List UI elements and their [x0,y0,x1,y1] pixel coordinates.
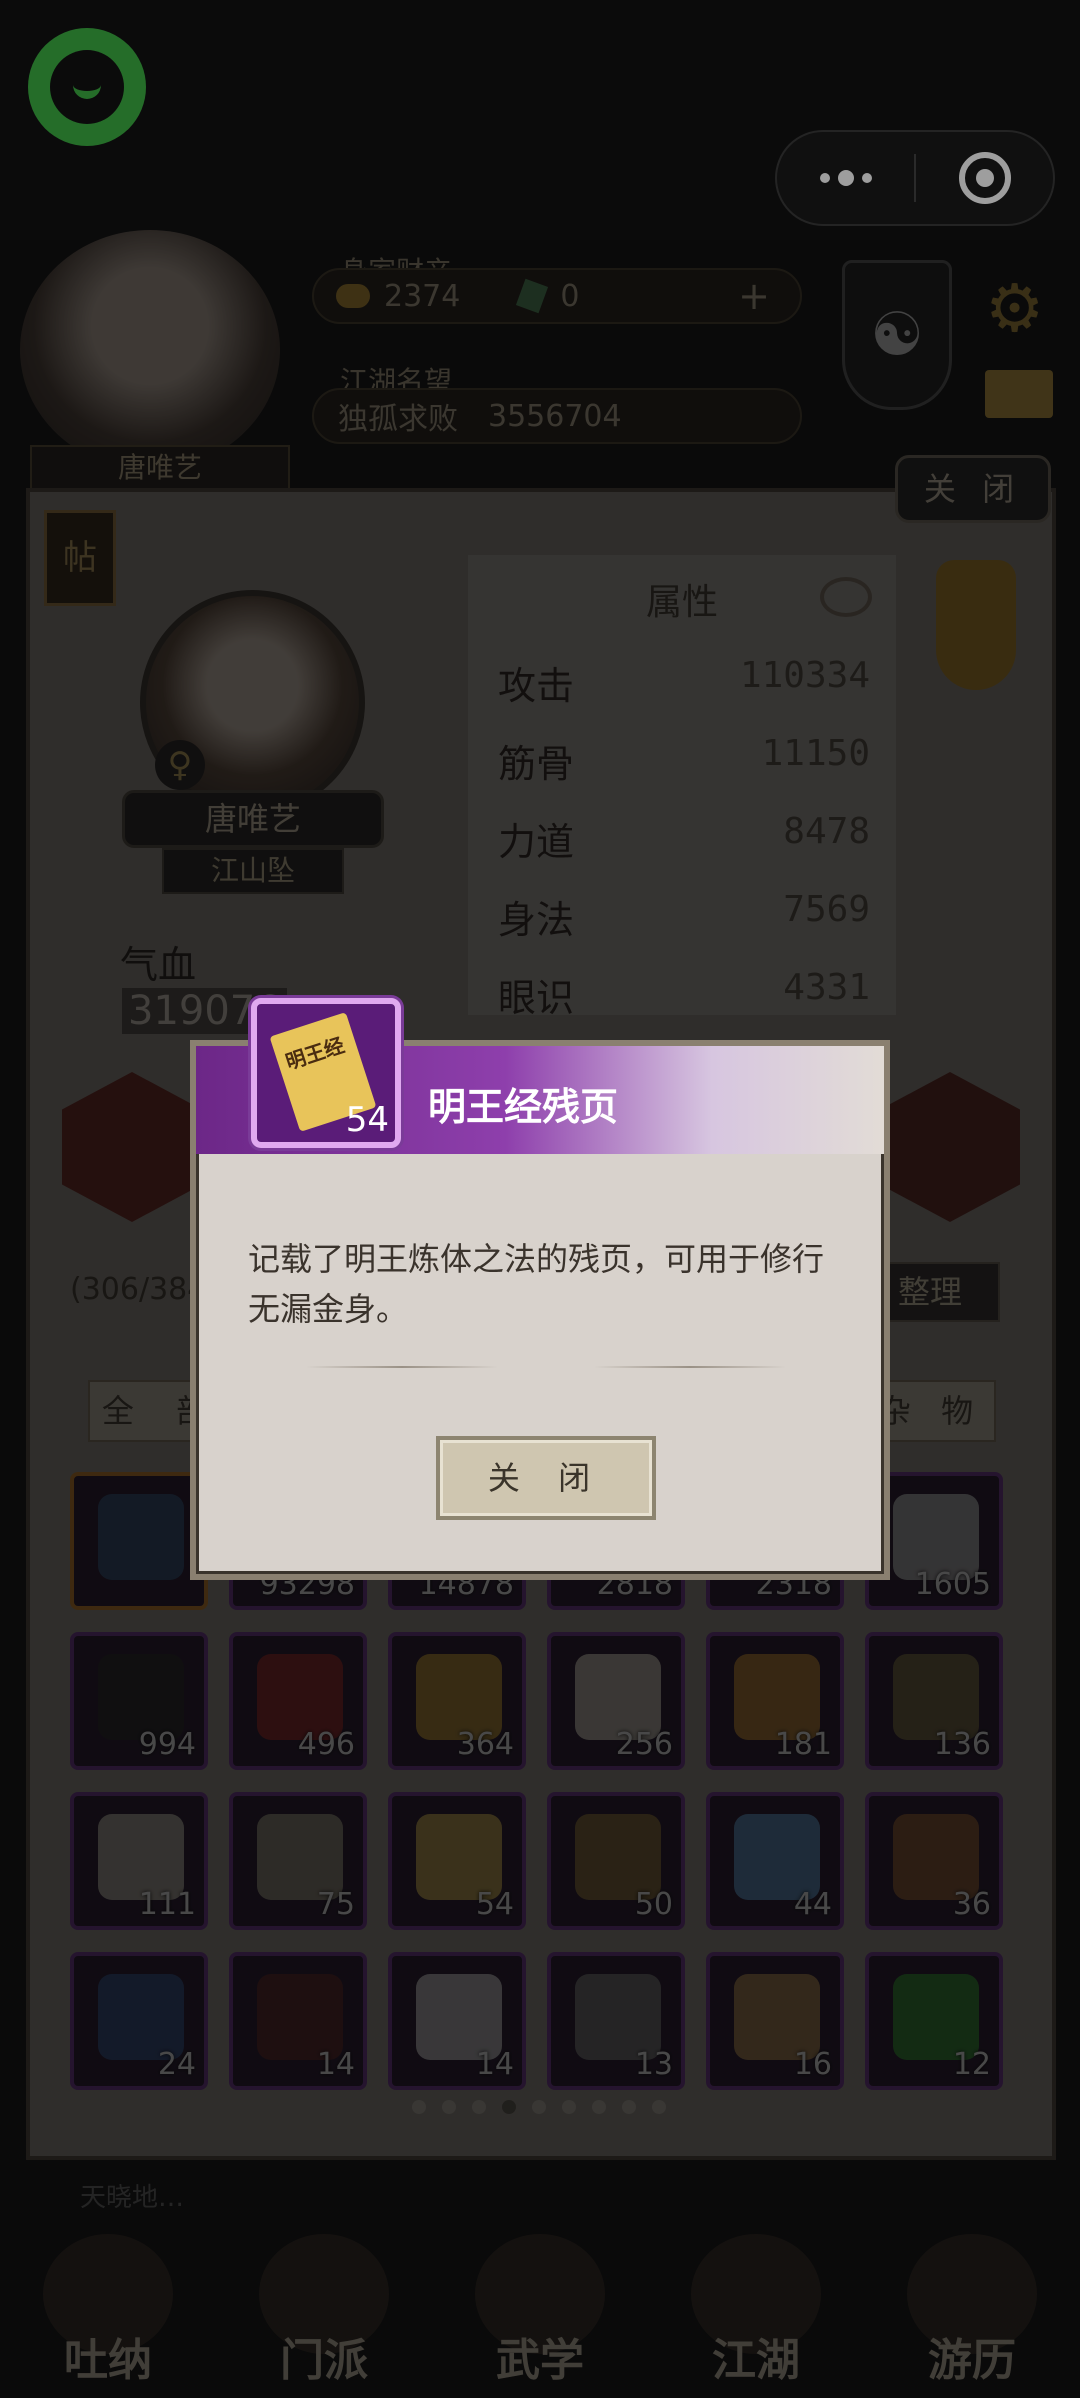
item-icon-frame: 明王经 54 [251,998,401,1148]
item-description: 记载了明王炼体之法的残页，可用于修行无漏金身。 [248,1240,825,1328]
item-count: 54 [345,1100,389,1140]
dialog-close-button[interactable]: 关 闭 [436,1436,656,1520]
ornament-divider [306,1366,786,1368]
scroll-label: 明王经 [282,1032,348,1075]
item-detail-dialog: 明王经 54 明王经残页 记载了明王炼体之法的残页，可用于修行无漏金身。 关 闭 [190,998,890,1580]
dialog-title: 明王经残页 [428,1085,619,1129]
